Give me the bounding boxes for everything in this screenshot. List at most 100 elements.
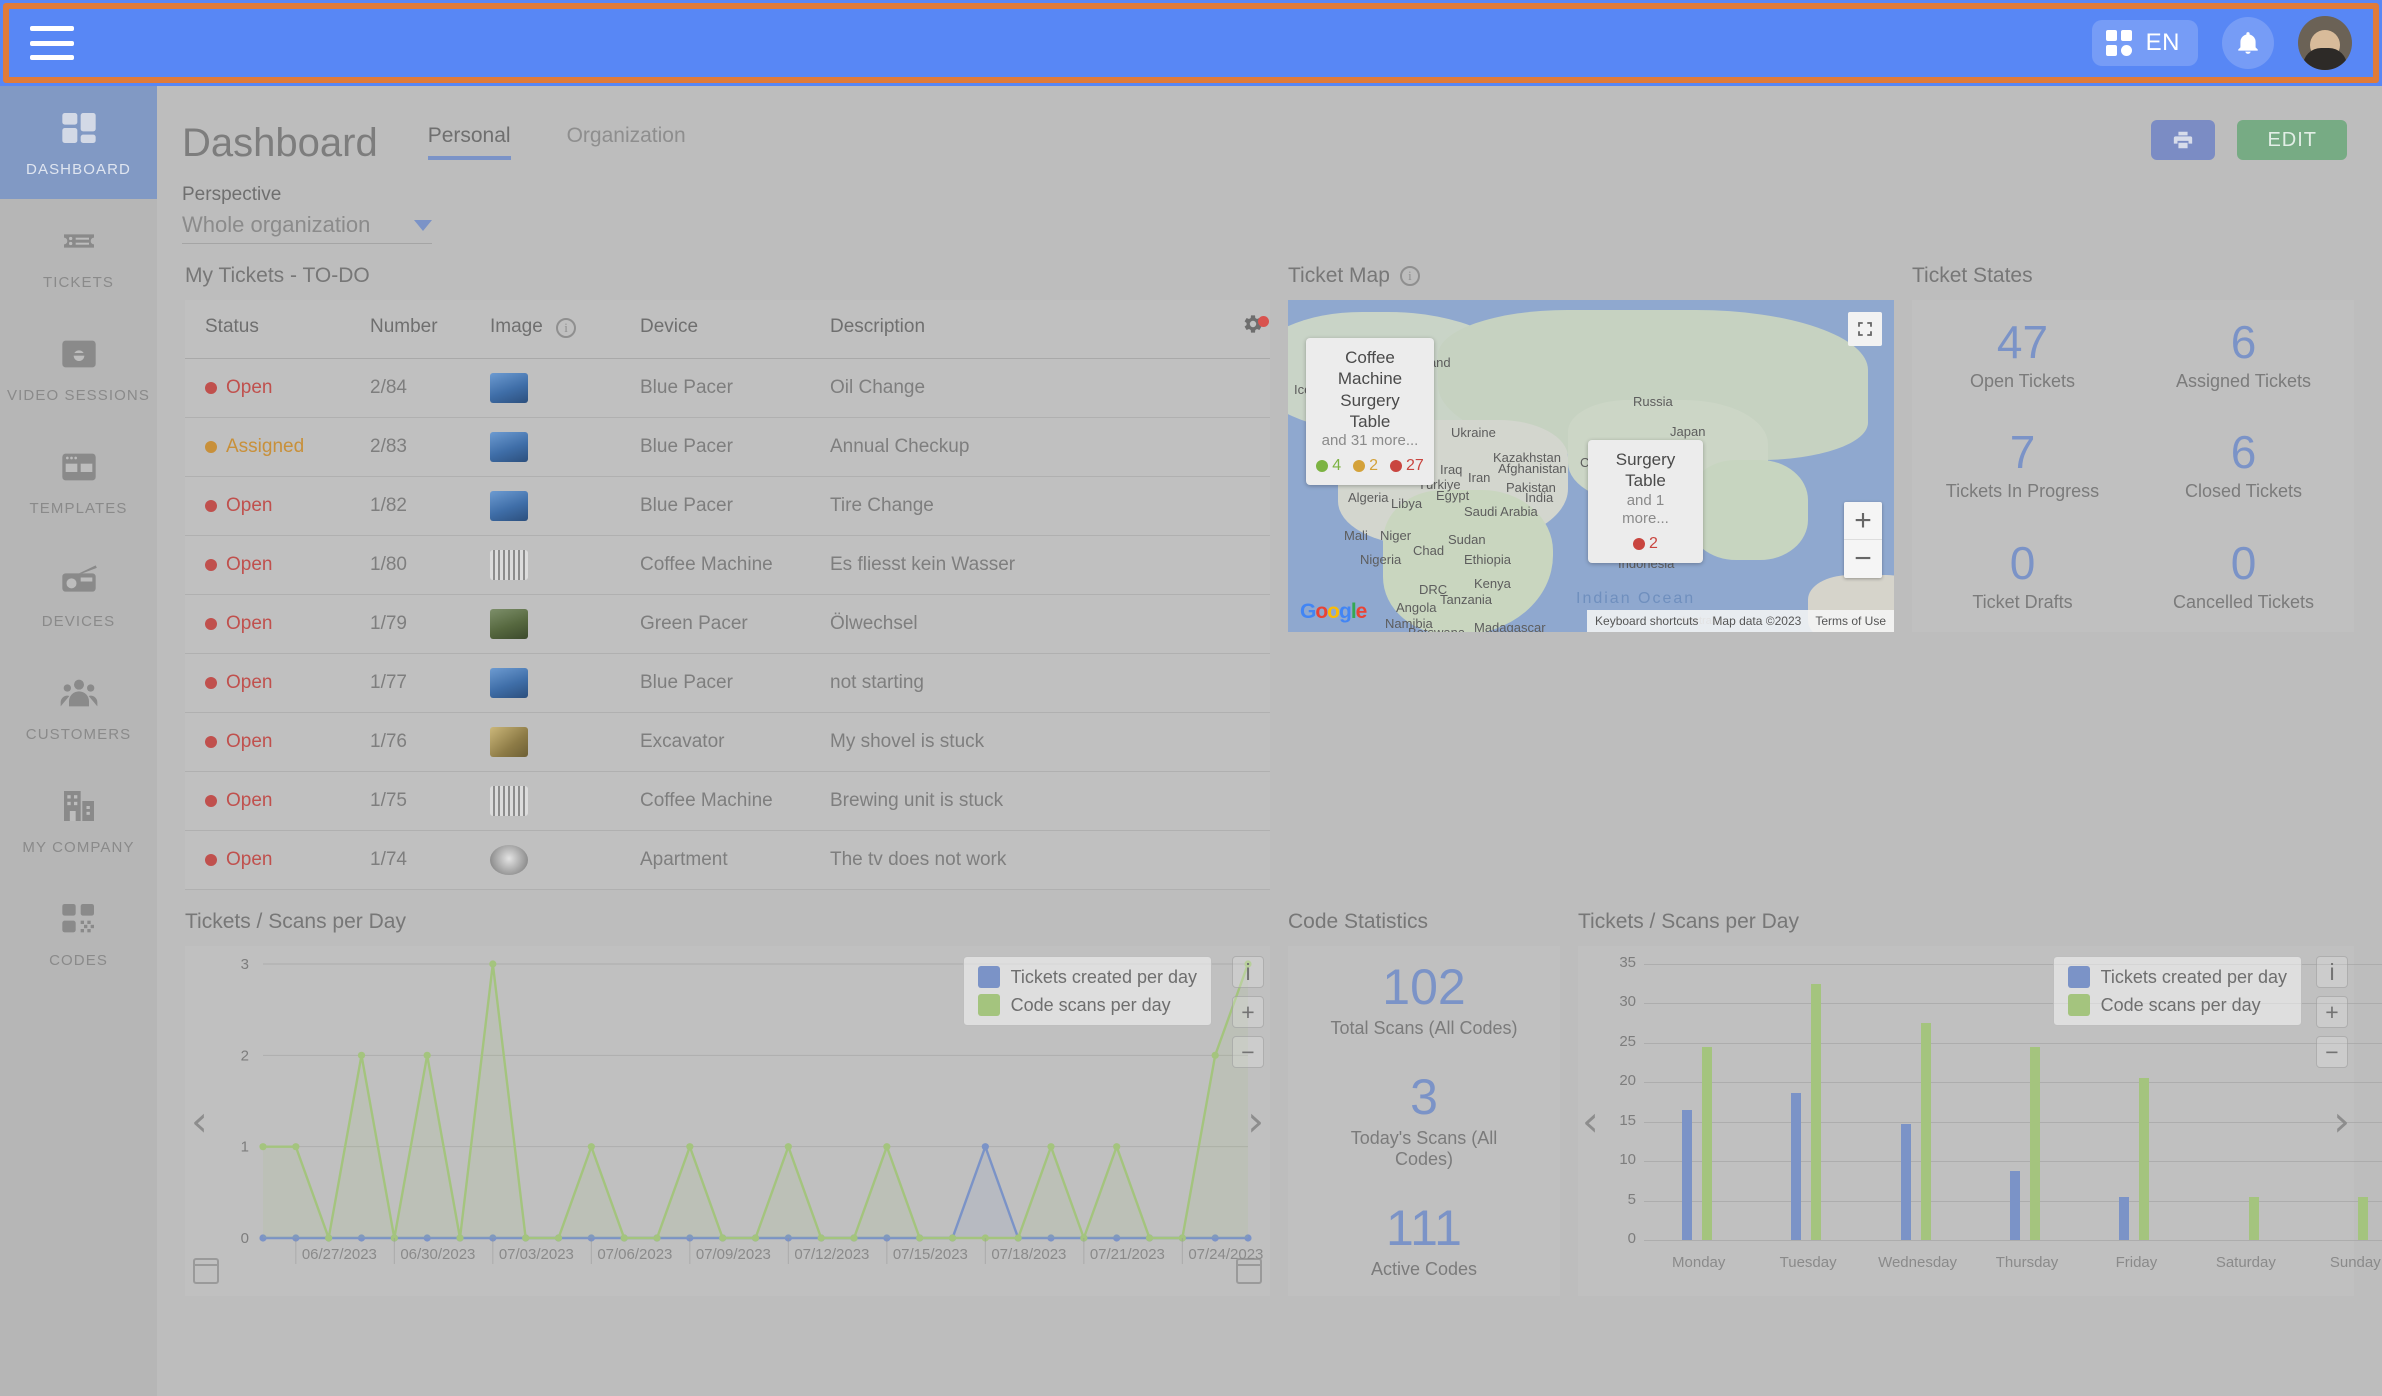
gear-icon[interactable]	[1240, 320, 1264, 341]
col-image[interactable]: Image i	[470, 300, 620, 359]
bar-tickets[interactable]	[2010, 1171, 2020, 1240]
line-chart-next-button[interactable]: ›	[1247, 1097, 1264, 1146]
line-chart-prev-button[interactable]: ‹	[191, 1097, 208, 1146]
table-row[interactable]: Open2/84Blue PacerOil Change	[185, 359, 1270, 418]
state-value: 6	[2231, 429, 2257, 475]
table-row[interactable]: Open1/79Green PacerÖlwechsel	[185, 595, 1270, 654]
header-actions: EDIT	[2151, 120, 2347, 160]
perspective-select[interactable]: Whole organization	[182, 212, 432, 244]
tab-organization[interactable]: Organization	[567, 124, 686, 160]
status-dot	[205, 736, 217, 748]
bar-scans[interactable]	[2358, 1197, 2368, 1240]
sidebar-item-video-sessions[interactable]: VIDEO SESSIONS	[0, 312, 157, 425]
top-bar: EN	[0, 0, 2382, 86]
x-axis-tick: Wednesday	[1873, 1254, 1963, 1271]
bar-scans[interactable]	[2030, 1047, 2040, 1240]
tab-personal[interactable]: Personal	[428, 124, 511, 160]
ticket-state-cell[interactable]: 0Cancelled Tickets	[2133, 521, 2354, 632]
sidebar-item-devices[interactable]: DEVICES	[0, 538, 157, 651]
zoom-in-button[interactable]: +	[2316, 996, 2348, 1028]
bar-scans[interactable]	[2139, 1078, 2149, 1240]
bar-chart[interactable]: Tickets created per day Code scans per d…	[1578, 946, 2354, 1296]
code-stat-cell[interactable]: 102Total Scans (All Codes)	[1330, 962, 1517, 1039]
edit-button[interactable]: EDIT	[2237, 120, 2347, 160]
bar-chart-prev-button[interactable]: ‹	[1582, 1097, 1599, 1146]
zoom-out-button[interactable]: −	[2316, 1036, 2348, 1068]
info-icon[interactable]: i	[1232, 956, 1264, 988]
table-row[interactable]: Assigned2/83Blue PacerAnnual Checkup	[185, 418, 1270, 477]
sidebar-item-tickets[interactable]: TICKETS	[0, 199, 157, 312]
print-button[interactable]	[2151, 120, 2215, 160]
ticket-map-title: Ticket Map i	[1288, 264, 1894, 288]
table-row[interactable]: Open1/75Coffee MachineBrewing unit is st…	[185, 772, 1270, 831]
line-chart[interactable]: Tickets created per day Code scans per d…	[185, 946, 1270, 1296]
legend-item-tickets[interactable]: Tickets created per day	[978, 966, 1197, 988]
map-keyboard-shortcuts[interactable]: Keyboard shortcuts	[1595, 614, 1698, 628]
map-zoom-in-button[interactable]: +	[1844, 502, 1882, 540]
col-description[interactable]: Description	[810, 300, 1220, 359]
legend-item-scans[interactable]: Code scans per day	[978, 994, 1197, 1016]
bar-tickets[interactable]	[1682, 1110, 1692, 1240]
col-number[interactable]: Number	[350, 300, 470, 359]
bar-tickets[interactable]	[2119, 1197, 2129, 1240]
cell-actions	[1220, 536, 1270, 595]
map-label: Mali	[1344, 528, 1368, 543]
ticket-state-cell[interactable]: 7Tickets In Progress	[1912, 411, 2133, 522]
map-terms-link[interactable]: Terms of Use	[1815, 614, 1886, 628]
legend-item-scans[interactable]: Code scans per day	[2068, 994, 2287, 1016]
bar-scans[interactable]	[1811, 984, 1821, 1240]
ticket-state-cell[interactable]: 47Open Tickets	[1912, 300, 2133, 411]
zoom-out-button[interactable]: −	[1232, 1036, 1264, 1068]
map-zoom-out-button[interactable]: −	[1844, 540, 1882, 578]
sidebar-item-codes[interactable]: CODES	[0, 877, 157, 990]
count-red: 2	[1633, 534, 1658, 554]
sidebar-item-customers[interactable]: CUSTOMERS	[0, 651, 157, 764]
code-stat-cell[interactable]: 111Active Codes	[1371, 1203, 1477, 1280]
ticket-state-cell[interactable]: 6Closed Tickets	[2133, 411, 2354, 522]
line-chart-tools: i + −	[1232, 956, 1264, 1068]
bar-chart-title: Tickets / Scans per Day	[1578, 910, 2354, 934]
cell-device: Blue Pacer	[620, 654, 810, 713]
map-tooltip-cluster-1[interactable]: Coffee Machine Surgery Table and 31 more…	[1306, 338, 1434, 485]
table-row[interactable]: Open1/74ApartmentThe tv does not work	[185, 831, 1270, 890]
sidebar-item-my-company[interactable]: MY COMPANY	[0, 764, 157, 877]
col-status[interactable]: Status	[185, 300, 350, 359]
notifications-bell-icon[interactable]	[2222, 17, 2274, 69]
cell-device: Blue Pacer	[620, 359, 810, 418]
bar-tickets[interactable]	[1901, 1124, 1911, 1240]
status-badge: Open	[226, 849, 272, 871]
code-stat-cell[interactable]: 3Today's Scans (All Codes)	[1329, 1072, 1519, 1170]
info-icon[interactable]: i	[2316, 956, 2348, 988]
y-axis-tick: 30	[1600, 993, 1636, 1010]
table-row[interactable]: Open1/80Coffee MachineEs fliesst kein Wa…	[185, 536, 1270, 595]
ticket-state-cell[interactable]: 0Ticket Drafts	[1912, 521, 2133, 632]
video-session-icon	[56, 333, 102, 375]
cell-status: Open	[185, 477, 350, 536]
legend-item-tickets[interactable]: Tickets created per day	[2068, 966, 2287, 988]
map-tooltip-cluster-2[interactable]: Surgery Table and 1 more... 2	[1588, 440, 1703, 563]
bar-scans[interactable]	[2249, 1197, 2259, 1240]
table-row[interactable]: Open1/76ExcavatorMy shovel is stuck	[185, 713, 1270, 772]
table-row[interactable]: Open1/82Blue PacerTire Change	[185, 477, 1270, 536]
cell-description: Brewing unit is stuck	[810, 772, 1220, 831]
bar-tickets[interactable]	[1791, 1093, 1801, 1240]
col-device[interactable]: Device	[620, 300, 810, 359]
user-avatar[interactable]	[2298, 16, 2352, 70]
fullscreen-icon[interactable]	[1848, 312, 1882, 346]
ticket-map[interactable]: Iceland Finland Russia Germany Ukraine K…	[1288, 300, 1894, 632]
language-switcher[interactable]: EN	[2092, 20, 2198, 66]
sidebar-item-dashboard[interactable]: DASHBOARD	[0, 86, 157, 199]
y-axis-tick: 25	[1600, 1033, 1636, 1050]
table-row[interactable]: Open1/77Blue Pacernot starting	[185, 654, 1270, 713]
info-icon[interactable]: i	[1400, 266, 1420, 286]
sidebar-item-templates[interactable]: TEMPLATES	[0, 425, 157, 538]
bar-chart-next-button[interactable]: ›	[2333, 1097, 2350, 1146]
hamburger-menu-icon[interactable]	[30, 26, 74, 60]
count-red: 27	[1390, 456, 1424, 476]
map-label: Russia	[1633, 394, 1673, 409]
info-icon[interactable]: i	[556, 318, 576, 338]
ticket-state-cell[interactable]: 6Assigned Tickets	[2133, 300, 2354, 411]
zoom-in-button[interactable]: +	[1232, 996, 1264, 1028]
bar-scans[interactable]	[1921, 1023, 1931, 1240]
bar-scans[interactable]	[1702, 1047, 1712, 1240]
